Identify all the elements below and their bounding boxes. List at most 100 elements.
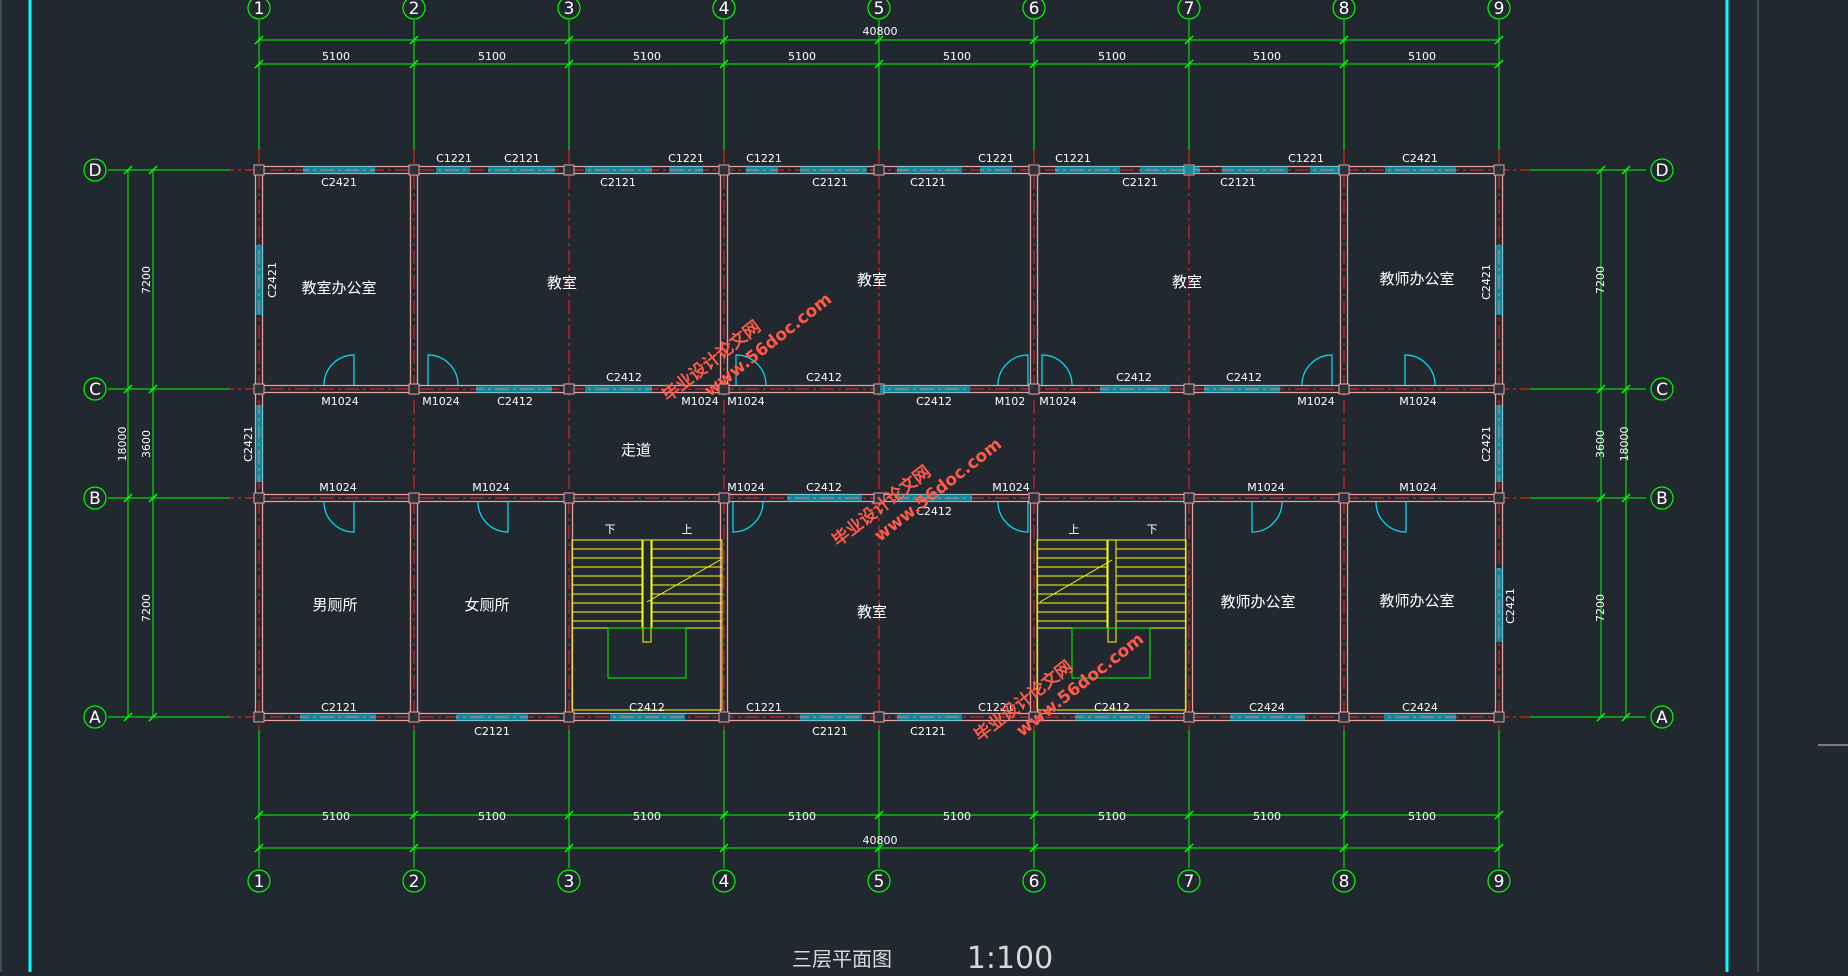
stair-up-left: 上: [682, 523, 693, 536]
label-C2412-a2: C2412: [1094, 701, 1130, 714]
door: [1404, 354, 1436, 386]
stair-left-well: [642, 539, 652, 643]
column-2C: [408, 383, 420, 395]
label-C2121-a2: C2121: [474, 725, 510, 738]
column-9C: [1493, 383, 1505, 395]
label-C1221-2: C1221: [668, 152, 704, 165]
column-5A: [873, 711, 885, 723]
room-mens-toilet: 男厕所: [312, 596, 357, 614]
column-4D: [718, 164, 730, 176]
drawing-title: 三层平面图: [792, 947, 892, 971]
axis-bubble-top-8-text: 8: [1339, 0, 1350, 19]
room-womens-toilet: 女厕所: [464, 596, 509, 614]
column-8D: [1338, 164, 1350, 176]
label-C2412-c3: C2412: [1116, 371, 1152, 384]
label-M1024-c2: M1024: [422, 395, 460, 408]
label-C2121-4: C2121: [910, 176, 946, 189]
axis-bubble-bottom-2-text: 2: [409, 872, 420, 892]
room-teacher-office-3: 教师办公室: [1220, 593, 1295, 611]
axis-bubble-left-A-text: A: [89, 708, 101, 728]
cad-viewport[interactable]: 1 1 2 2 3 3 4 4 5 5 6 6 7 7 8 8 9 9 D D C C B B A A 40800 40800 5…: [0, 0, 1848, 976]
label-C2121-2: C2121: [600, 176, 636, 189]
axis-bubble-top-2-text: 2: [409, 0, 420, 19]
column-6B: [1028, 492, 1040, 504]
dim-right-7200-bottom: 7200: [1594, 594, 1607, 622]
dim-total-top: 40800: [863, 25, 898, 38]
column-3A: [563, 711, 575, 723]
label-C2121-a4: C2121: [910, 725, 946, 738]
dim-span-top-5: 5100: [943, 50, 971, 63]
dim-span-bottom-5: 5100: [943, 810, 971, 823]
label-C1221-1: C1221: [436, 152, 472, 165]
axis-bubble-left-D-text: D: [88, 161, 101, 181]
axis-bubble-right-C-text: C: [1656, 380, 1668, 400]
label-C2412-c5: C2412: [497, 395, 533, 408]
dim-span-top-7: 5100: [1253, 50, 1281, 63]
door: [427, 354, 459, 386]
label-M1024-c8: M1024: [1399, 395, 1437, 408]
label-C2421-1: C2421: [1402, 152, 1438, 165]
axis-bubble-bottom-7-text: 7: [1184, 872, 1195, 892]
label-M1024-b6: M1024: [1399, 481, 1437, 494]
label-C2412-c1: C2412: [606, 371, 642, 384]
label-C1221-6: C1221: [1288, 152, 1324, 165]
door: [732, 501, 764, 533]
dimension-lines: [108, 20, 1646, 868]
dim-total-bottom: 40800: [863, 834, 898, 847]
room-corridor: 走道: [621, 441, 651, 459]
label-C1221-4: C1221: [978, 152, 1014, 165]
watermarks: 毕业设计论文网 www.56doc.com 毕业设计论文网 www.56doc.…: [658, 289, 1148, 746]
door: [997, 354, 1029, 386]
label-C2412-b1: C2412: [806, 481, 842, 494]
axis-bubble-bottom-3-text: 3: [564, 872, 575, 892]
room-classroom-4: 教室: [857, 603, 887, 621]
door: [997, 501, 1029, 533]
axis-bubble-top-6-text: 6: [1029, 0, 1040, 19]
label-C2424-a2: C2424: [1402, 701, 1438, 714]
axis-bubble-bottom-9-text: 9: [1494, 872, 1505, 892]
label-C1221-5: C1221: [1055, 152, 1091, 165]
dim-left-3600: 3600: [140, 430, 153, 458]
dim-right-7200-top: 7200: [1594, 266, 1607, 294]
door: [1375, 501, 1407, 533]
door: [1301, 354, 1333, 386]
axis-bubble-bottom-4-text: 4: [719, 872, 730, 892]
dim-span-top-1: 5100: [322, 50, 350, 63]
label-C2421-2: C2421: [321, 176, 357, 189]
label-M1024-b4: M1024: [992, 481, 1030, 494]
stair-down-right: 下: [1147, 523, 1158, 536]
room-teacher-office-4: 教师办公室: [1379, 592, 1454, 610]
room-classroom-1: 教室: [547, 274, 577, 292]
dim-span-top-6: 5100: [1098, 50, 1126, 63]
column-3C: [563, 383, 575, 395]
door: [1251, 501, 1283, 533]
label-C2412-c4: C2412: [1226, 371, 1262, 384]
dim-span-bottom-4: 5100: [788, 810, 816, 823]
label-M1024-c4: M1024: [727, 395, 765, 408]
stair-left-landing: [607, 627, 687, 679]
column-8A: [1338, 711, 1350, 723]
dim-span-bottom-7: 5100: [1253, 810, 1281, 823]
label-C2121-a3: C2121: [812, 725, 848, 738]
door: [323, 354, 355, 386]
axis-bubble-top-9-text: 9: [1494, 0, 1505, 19]
axis-bubble-top-5-text: 5: [874, 0, 885, 19]
column-9B: [1493, 492, 1505, 504]
stair-right-well: [1107, 539, 1117, 643]
stair-down-left: 下: [605, 523, 616, 536]
column-8B: [1338, 492, 1350, 504]
label-M1024-b3: M1024: [727, 481, 765, 494]
label-C2421-left-top: C2421: [266, 262, 279, 298]
dim-span-bottom-8: 5100: [1408, 810, 1436, 823]
stair-left-b-box: [651, 539, 723, 629]
dim-span-top-3: 5100: [633, 50, 661, 63]
dim-left-total: 18000: [116, 427, 129, 462]
column-4A: [718, 711, 730, 723]
floor-plan-drawing: 1 1 2 2 3 3 4 4 5 5 6 6 7 7 8 8 9 9 D D C C B B A A 40800 40800 5…: [0, 0, 1848, 976]
dim-span-bottom-2: 5100: [478, 810, 506, 823]
room-classroom-3: 教室: [1172, 273, 1202, 291]
axis-bubble-right-D-text: D: [1655, 161, 1668, 181]
column-2B: [408, 492, 420, 504]
axis-bubble-left-B-text: B: [89, 489, 101, 509]
column-5D: [873, 164, 885, 176]
